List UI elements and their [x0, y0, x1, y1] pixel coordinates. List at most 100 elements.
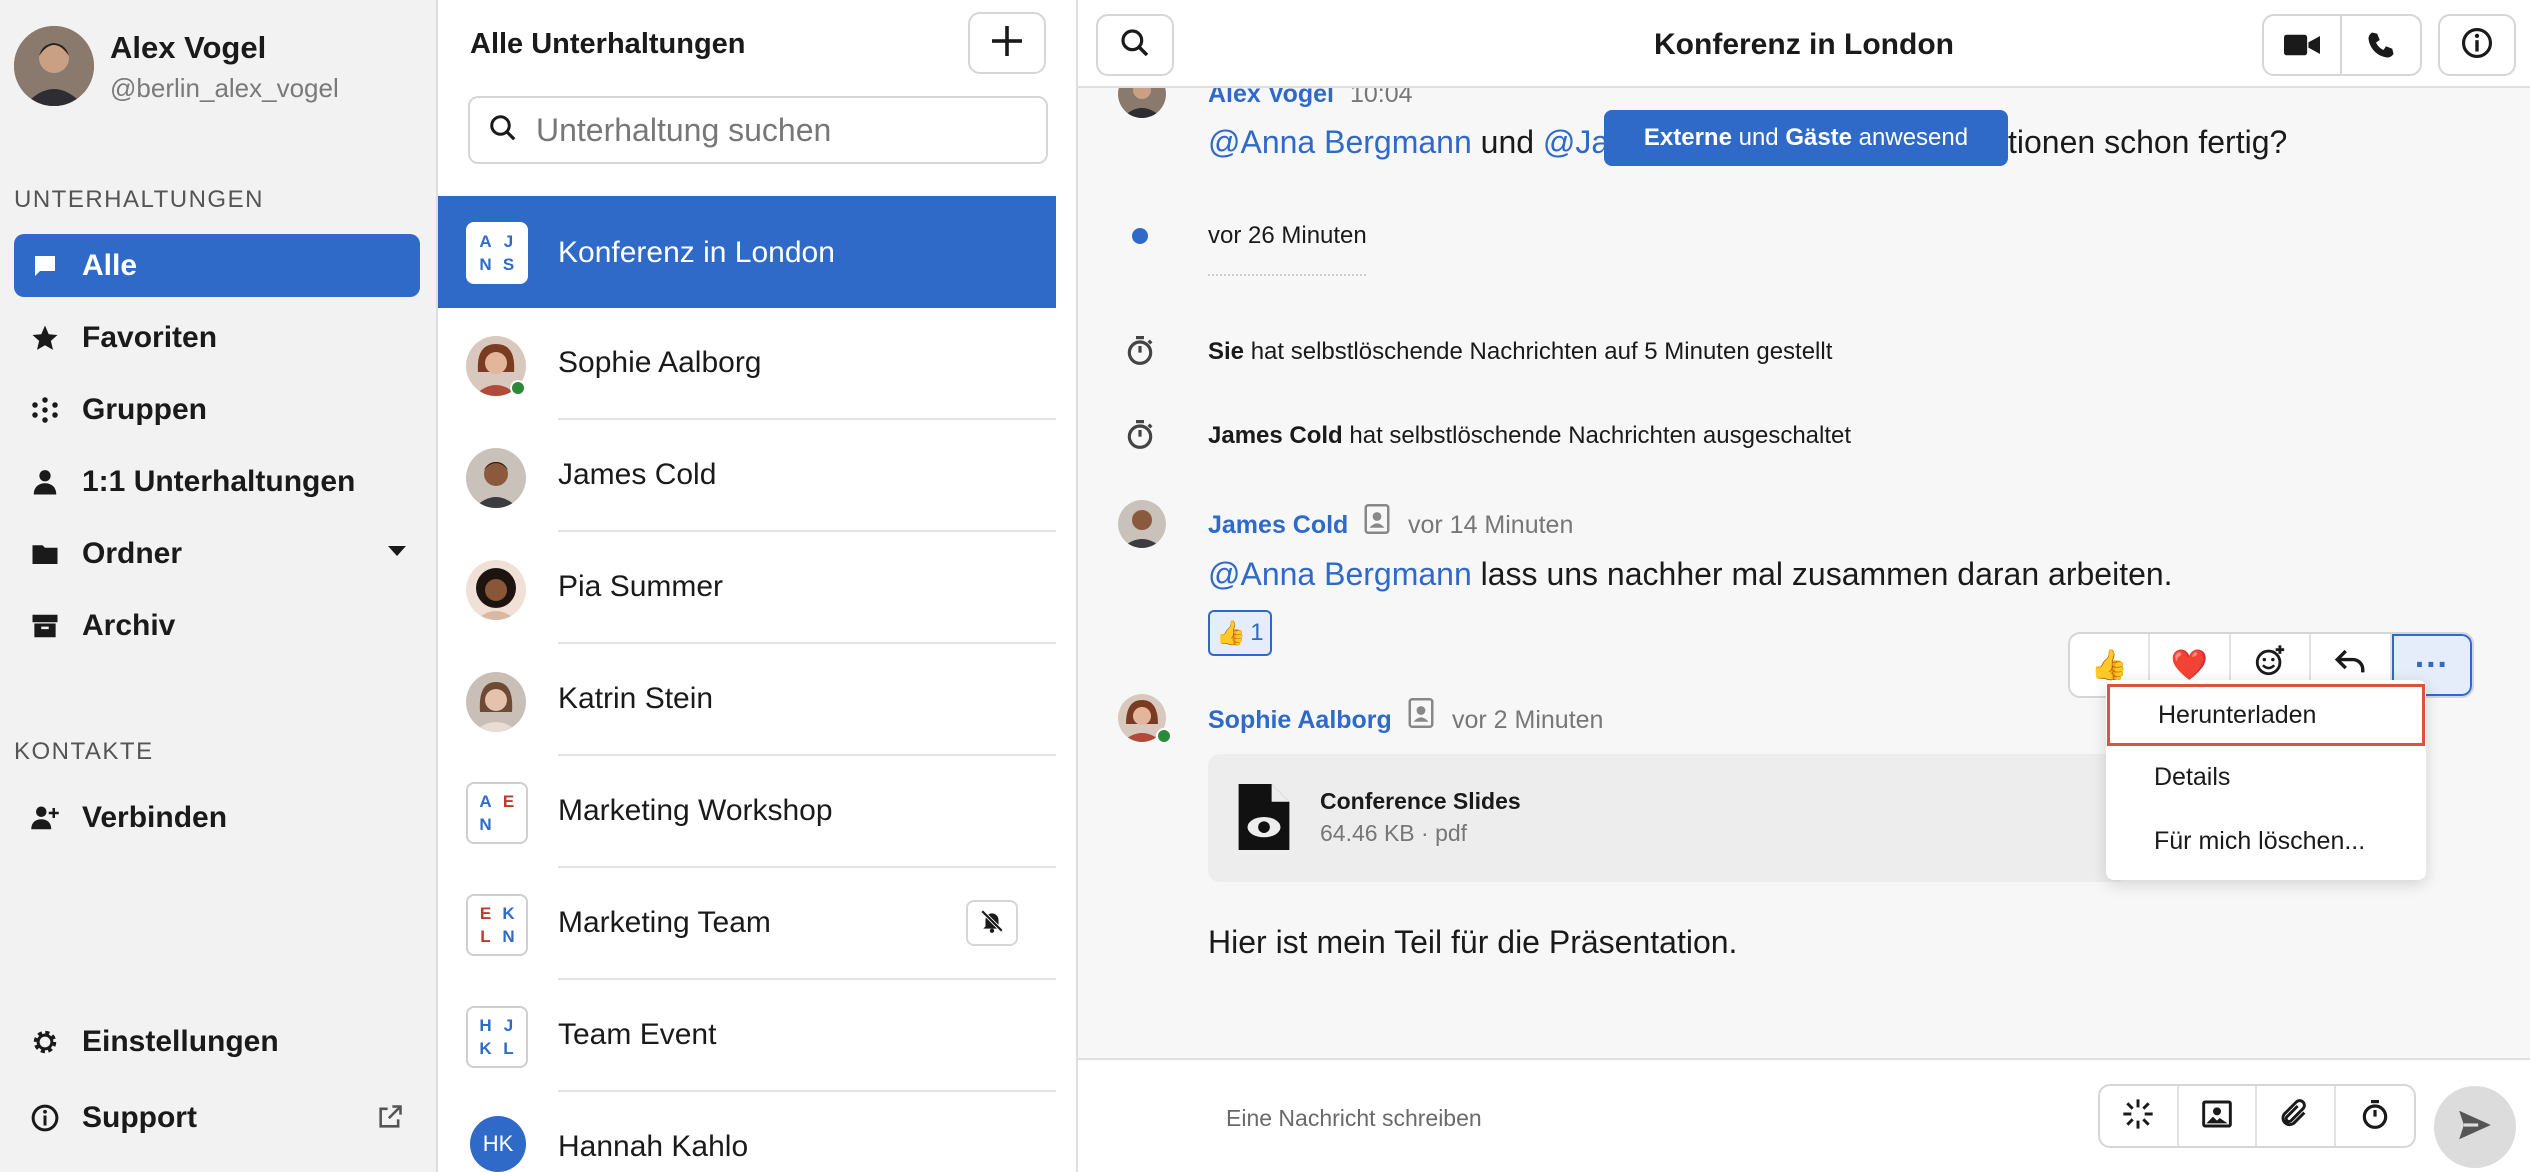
sidebar-item-einstellungen[interactable]: Einstellungen	[14, 1010, 420, 1073]
conversation-list: Alle Unterhaltungen A J N S Konferenz in…	[438, 0, 1078, 1172]
message-input[interactable]	[1226, 1096, 1966, 1140]
list-title: Alle Unterhaltungen	[470, 28, 746, 60]
message-text: @Anna Bergmann und @Ja	[1208, 124, 1609, 161]
groups-dots-icon	[28, 393, 62, 427]
search-input[interactable]	[536, 111, 1016, 149]
chat-header: Konferenz in London	[1078, 0, 2530, 88]
profile[interactable]: Alex Vogel @berlin_alex_vogel	[14, 26, 424, 110]
avatar	[14, 26, 94, 106]
sidebar-item-support[interactable]: Support	[14, 1086, 420, 1149]
conversation-item-hannah[interactable]: HK Hannah Kahlo	[438, 1092, 1056, 1172]
send-button[interactable]	[2434, 1086, 2516, 1168]
avatar-initial: L	[480, 926, 491, 946]
gear-icon	[28, 1025, 62, 1059]
profile-handle: @berlin_alex_vogel	[110, 73, 339, 103]
avatar-initial: N	[479, 254, 492, 274]
sidebar-item-verbinden[interactable]: Verbinden	[14, 786, 420, 849]
section-title-conversations: UNTERHALTUNGEN	[14, 186, 264, 213]
folder-icon	[28, 537, 62, 571]
archive-icon	[28, 609, 62, 643]
video-camera-icon	[2284, 34, 2321, 56]
sidebar-item-label: Gruppen	[82, 392, 207, 426]
self-delete-timer-button[interactable]	[2336, 1086, 2414, 1146]
menu-item-download[interactable]: Herunterladen	[2107, 684, 2425, 746]
conversation-name: Konferenz in London	[558, 236, 835, 269]
sidebar-item-label: Einstellungen	[82, 1024, 279, 1058]
conversation-search[interactable]	[468, 96, 1048, 164]
menu-item-delete-for-me[interactable]: Für mich löschen...	[2106, 810, 2426, 872]
file-attachment[interactable]: Conference Slides 64.46 KB · pdf	[1208, 754, 2128, 882]
conversation-item-james[interactable]: James Cold	[438, 420, 1056, 532]
badge-text: anwesend	[1852, 124, 1969, 151]
profile-name: Alex Vogel	[110, 30, 267, 65]
new-conversation-button[interactable]	[968, 12, 1046, 74]
image-upload-button[interactable]	[2179, 1086, 2257, 1146]
conversation-name: James Cold	[558, 458, 717, 491]
conversation-item-marketing-workshop[interactable]: A E N Marketing Workshop	[438, 756, 1056, 868]
chat-bubble-icon	[28, 249, 62, 283]
add-person-icon	[28, 801, 62, 835]
reaction-thumbs-up[interactable]: 👍 1	[1208, 610, 1272, 656]
online-status-icon	[510, 380, 526, 396]
badge-strong: Gäste	[1785, 124, 1853, 151]
conversation-name: Katrin Stein	[558, 682, 714, 715]
conversation-item-katrin[interactable]: Katrin Stein	[438, 644, 1056, 756]
composer-tools	[2098, 1084, 2416, 1148]
conversation-item-sophie[interactable]: Sophie Aalborg	[438, 308, 1056, 420]
message-fragment: lass uns nachher mal zusammen daran arbe…	[1471, 556, 2173, 592]
conversation-item-konferenz[interactable]: A J N S Konferenz in London	[438, 196, 1056, 308]
sidebar-item-one-to-one[interactable]: 1:1 Unterhaltungen	[14, 450, 420, 513]
avatar-initial: J	[503, 1015, 514, 1035]
file-icon	[1238, 784, 1290, 855]
star-icon	[28, 321, 62, 355]
conversation-name: Sophie Aalborg	[558, 346, 762, 379]
message-time: vor 2 Minuten	[1452, 706, 1604, 734]
message-text-tail: tionen schon fertig?	[2008, 124, 2288, 160]
sidebar-item-alle[interactable]: Alle	[14, 234, 420, 297]
avatar-initial: A	[479, 791, 492, 811]
phone-icon	[2368, 32, 2394, 58]
gif-button[interactable]	[2100, 1086, 2179, 1146]
video-call-button[interactable]	[2264, 16, 2343, 74]
mention[interactable]: @Anna Bergmann	[1208, 124, 1472, 160]
muted-bell-button[interactable]	[966, 900, 1018, 946]
heart-icon: ❤️	[2170, 648, 2209, 682]
group-avatar: A E N	[466, 782, 528, 844]
mention[interactable]: @Anna Bergmann	[1208, 556, 1472, 592]
avatar-initial: J	[503, 231, 514, 251]
conversation-info-button[interactable]	[2438, 14, 2516, 76]
sidebar-item-label: Alle	[82, 248, 138, 282]
sparkle-icon	[2122, 1098, 2154, 1135]
message-sender[interactable]: James Cold	[1208, 511, 1348, 540]
system-message: James Cold hat selbstlöschende Nachricht…	[1208, 422, 1851, 450]
unread-marker: vor 26 Minuten	[1208, 222, 1367, 249]
attach-file-button[interactable]	[2257, 1086, 2336, 1146]
system-text: hat selbstlöschende Nachrichten auf 5 Mi…	[1244, 338, 1833, 365]
sidebar-item-label: Favoriten	[82, 320, 218, 354]
conversation-item-marketing-team[interactable]: E K L N Marketing Team	[438, 868, 1056, 980]
avatar-initial: L	[503, 1038, 514, 1058]
mention[interactable]: @Ja	[1543, 124, 1609, 160]
sidebar-item-ordner[interactable]: Ordner	[14, 522, 420, 585]
chevron-down-icon[interactable]	[388, 546, 406, 556]
sidebar: Alex Vogel @berlin_alex_vogel UNTERHALTU…	[0, 0, 438, 1172]
section-title-contacts: KONTAKTE	[14, 738, 154, 765]
file-meta: 64.46 KB · pdf	[1320, 820, 1468, 846]
conversation-item-pia[interactable]: Pia Summer	[438, 532, 1056, 644]
sidebar-item-archiv[interactable]: Archiv	[14, 594, 420, 657]
conversation-item-team-event[interactable]: H J K L Team Event	[438, 980, 1056, 1092]
system-actor: Sie	[1208, 338, 1245, 365]
conversation-name: Marketing Workshop	[558, 794, 833, 827]
timer-icon	[1124, 334, 1156, 366]
sidebar-item-favoriten[interactable]: Favoriten	[14, 306, 420, 369]
message-sender[interactable]: Sophie Aalborg	[1208, 706, 1392, 735]
sidebar-item-gruppen[interactable]: Gruppen	[14, 378, 420, 441]
menu-item-details[interactable]: Details	[2106, 746, 2426, 808]
system-message: Sie hat selbstlöschende Nachrichten auf …	[1208, 338, 1832, 366]
send-icon	[2456, 1106, 2494, 1149]
guest-presence-badge: Externe und Gäste anwesend	[1604, 110, 2008, 166]
avatar-initial: N	[502, 926, 515, 946]
person-icon	[28, 465, 62, 499]
bell-off-icon	[979, 908, 1005, 939]
audio-call-button[interactable]	[2342, 16, 2420, 74]
